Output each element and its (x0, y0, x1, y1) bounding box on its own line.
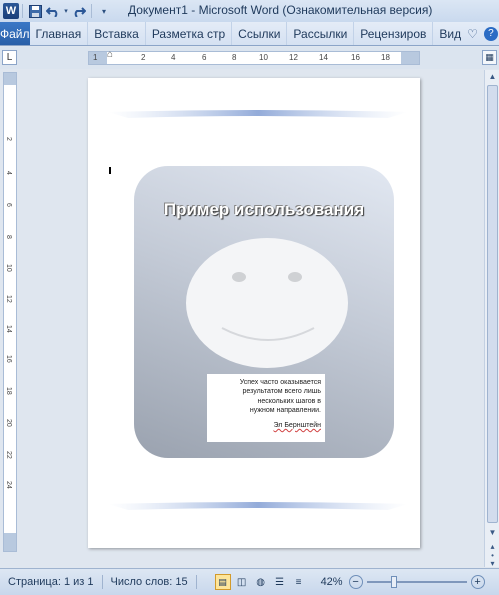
vertical-ruler[interactable]: 2 4 6 8 10 12 14 16 18 20 22 24 (3, 72, 17, 552)
window-title: Документ1 - Microsoft Word (Ознакомитель… (128, 3, 433, 17)
undo-icon[interactable] (44, 2, 62, 20)
ruler-tick: 18 (5, 387, 12, 395)
word-count[interactable]: Число слов: 15 (103, 576, 196, 588)
ruler-tick: 12 (5, 295, 12, 303)
redo-icon[interactable] (70, 2, 88, 20)
ruler-tick: 14 (319, 53, 328, 62)
ruler-left-margin (89, 52, 107, 64)
draft-view-icon[interactable]: ≡ (291, 574, 307, 590)
zoom-level[interactable]: 42% (315, 576, 349, 588)
ruler-tick: 4 (5, 171, 12, 175)
web-layout-icon[interactable]: ◍ (253, 574, 269, 590)
ruler-tick: 12 (289, 53, 298, 62)
undo-dropdown-icon[interactable]: ▾ (62, 2, 70, 20)
ruler-tick: 24 (5, 481, 12, 489)
right-eye (288, 272, 302, 282)
ruler-tick: 20 (5, 419, 12, 427)
rounded-rectangle-shape[interactable]: Пример использования Успех часто оказыва… (134, 166, 394, 458)
tab-home[interactable]: Главная (30, 22, 89, 45)
customize-toolbar-icon[interactable]: ▾ (95, 2, 113, 20)
ruler-tick: 16 (351, 53, 360, 62)
minimize-ribbon-icon[interactable]: ♡ (467, 27, 478, 41)
full-screen-reading-icon[interactable]: ◫ (234, 574, 250, 590)
tab-insert[interactable]: Вставка (88, 22, 146, 45)
qa-separator (91, 4, 92, 18)
save-icon[interactable] (26, 2, 44, 20)
ruler-tick: 2 (141, 53, 146, 62)
ruler-tick: 8 (232, 53, 237, 62)
status-separator (195, 575, 197, 589)
zoom-slider-track (366, 581, 467, 583)
scroll-up-icon[interactable]: ▲ (486, 70, 499, 83)
tab-selector[interactable]: L (2, 50, 17, 65)
ruler-tick: 6 (5, 203, 12, 207)
quote-line: Успех часто оказывается (239, 379, 321, 386)
print-layout-view-icon[interactable]: ▤ (214, 574, 231, 590)
ruler-bottom-margin (4, 533, 16, 551)
quote-author: Эл Бернштейн (273, 421, 322, 429)
tab-mailings[interactable]: Рассылки (287, 22, 355, 45)
ruler-tick: 22 (5, 451, 12, 459)
tab-references[interactable]: Ссылки (232, 22, 288, 45)
ruler-top-margin (4, 73, 16, 85)
help-icon[interactable]: ? (483, 26, 498, 41)
ruler-tick: 14 (5, 325, 12, 333)
quote-line: нескольких шагов в (257, 397, 321, 405)
vertical-scrollbar[interactable]: ▲ ▼ ▴ • ▾ (484, 70, 499, 568)
ruler-tick: 18 (381, 53, 390, 62)
zoom-slider[interactable] (366, 575, 467, 589)
tab-page-layout[interactable]: Разметка стр (146, 22, 233, 45)
tab-file[interactable]: Файл (0, 22, 30, 45)
tab-review[interactable]: Рецензиров (354, 22, 434, 45)
ruler-tick: 16 (5, 355, 12, 363)
ruler-tick: 6 (202, 53, 207, 62)
scroll-down-icon[interactable]: ▼ (486, 526, 499, 539)
word-logo-icon[interactable]: W (3, 3, 19, 19)
ribbon-tabs: Файл Главная Вставка Разметка стр Ссылки… (0, 22, 499, 46)
quote-text-box[interactable]: Успех часто оказывается результатом всег… (207, 374, 325, 442)
smiley-face-shape[interactable] (186, 238, 348, 368)
zoom-slider-thumb[interactable] (390, 576, 397, 588)
ruler-tick: 8 (5, 235, 12, 239)
smile-mouth (221, 327, 315, 341)
zoom-in-button[interactable]: + (470, 575, 485, 589)
ruler-right-margin (401, 52, 419, 64)
ribbon-right-icons: ♡ ? (467, 22, 499, 45)
status-bar: Страница: 1 из 1 Число слов: 15 ▤ ◫ ◍ ☰ … (0, 568, 499, 595)
ruler-tick: 10 (259, 53, 268, 62)
outline-view-icon[interactable]: ☰ (272, 574, 288, 590)
quote-line: результатом всего лишь (242, 388, 321, 396)
indent-marker-icon[interactable]: ⌂ (107, 49, 113, 60)
ruler-tick: 4 (171, 53, 176, 62)
document-page[interactable]: Пример использования Успех часто оказыва… (88, 78, 420, 548)
view-ruler-icon[interactable]: ▦ (482, 50, 497, 65)
zoom-out-button[interactable]: − (348, 575, 363, 589)
footer-decoration (108, 502, 408, 510)
ruler-tick: 1 (93, 53, 98, 62)
ruler-row: L 1 ⌂ 2 4 6 8 10 12 14 16 18 ▦ (0, 47, 499, 69)
scroll-thumb[interactable] (487, 85, 498, 523)
qa-separator (22, 4, 23, 18)
title-bar: W ▾ ▾ Документ1 - Microsoft Word (Ознако… (0, 0, 499, 22)
card-title[interactable]: Пример использования (134, 200, 394, 220)
header-decoration (108, 110, 408, 118)
tab-view[interactable]: Вид (433, 22, 467, 45)
horizontal-ruler[interactable]: 1 ⌂ 2 4 6 8 10 12 14 16 18 (88, 49, 420, 65)
text-cursor (109, 167, 111, 174)
ruler-tick: 10 (5, 264, 12, 272)
left-eye (232, 272, 246, 282)
page-count[interactable]: Страница: 1 из 1 (0, 576, 102, 588)
ruler-tick: 2 (5, 137, 12, 141)
quote-line: нужном направлении. (249, 407, 321, 415)
